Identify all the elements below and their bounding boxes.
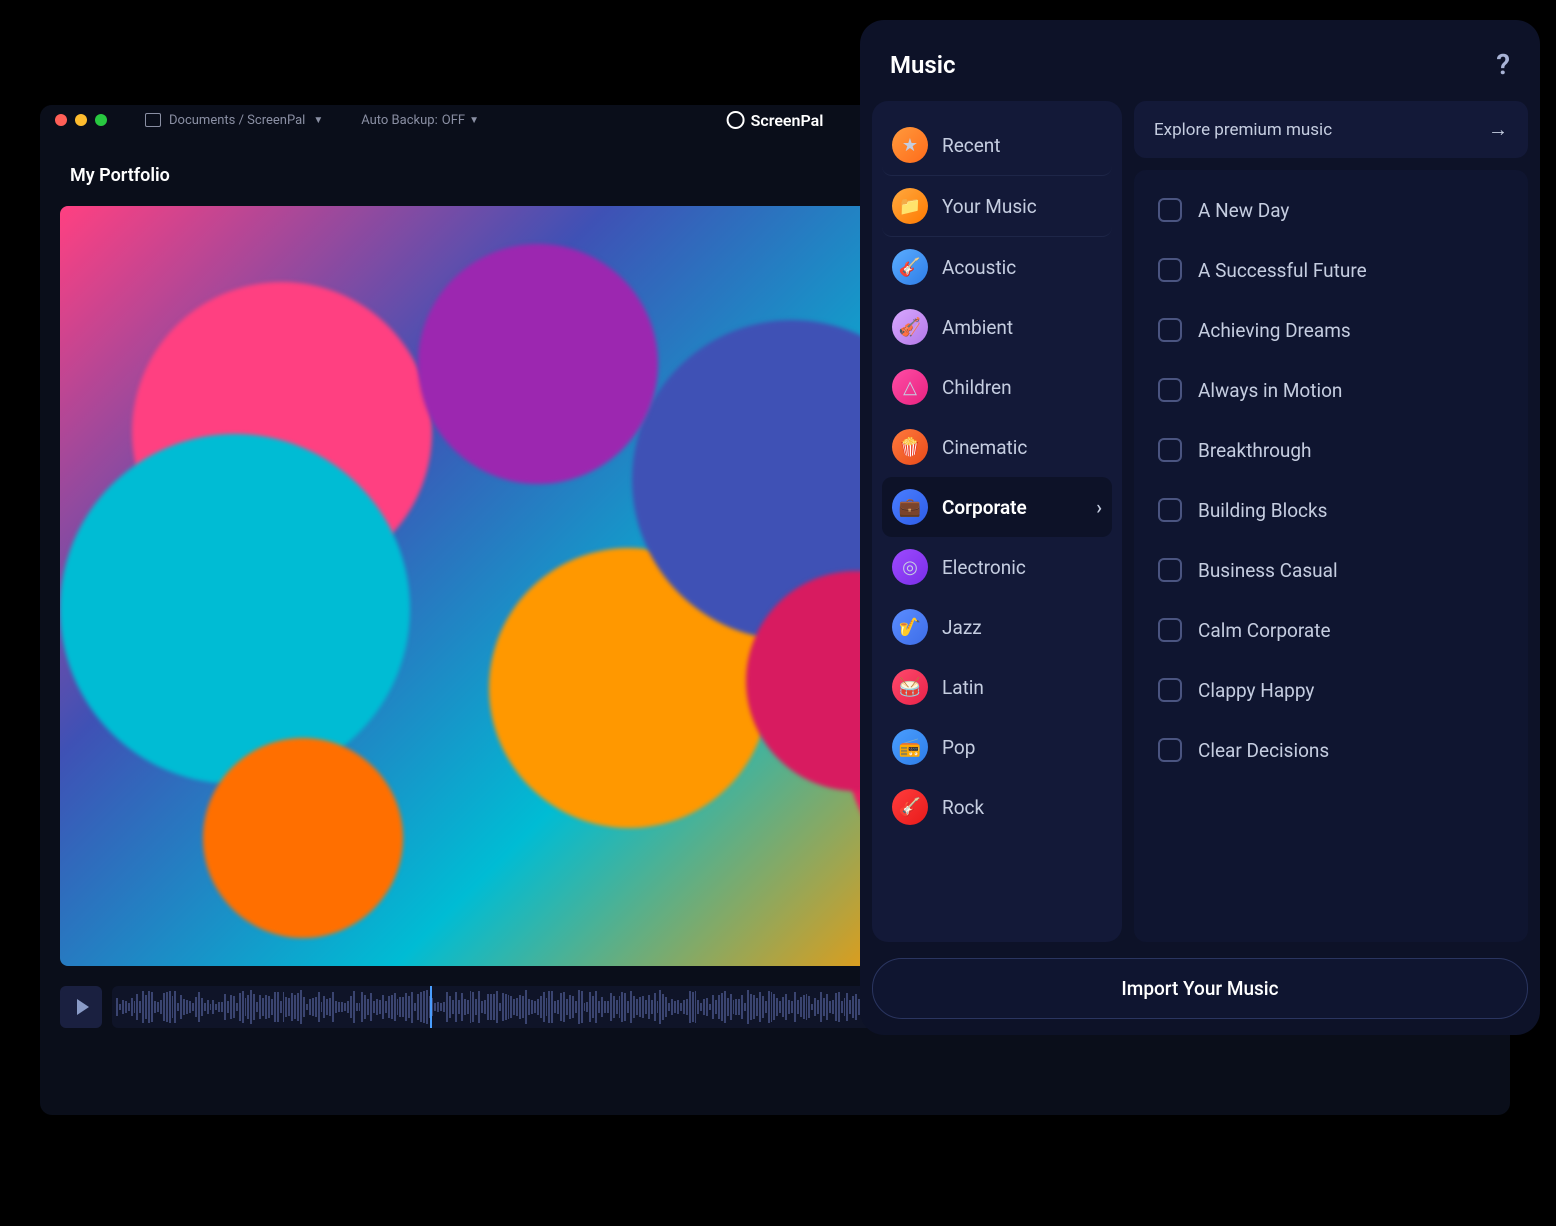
track-checkbox[interactable] xyxy=(1158,738,1182,762)
panel-header: Music ? xyxy=(860,20,1540,101)
brand-logo: ScreenPal xyxy=(727,111,824,130)
track-name: Breakthrough xyxy=(1198,439,1312,462)
ambient-icon: 🎻 xyxy=(892,309,928,345)
track-name: A Successful Future xyxy=(1198,259,1367,282)
track-name: Calm Corporate xyxy=(1198,619,1331,642)
arrow-right-icon: → xyxy=(1488,117,1508,142)
track-checkbox[interactable] xyxy=(1158,378,1182,402)
corporate-icon: 💼 xyxy=(892,489,928,525)
category-label: Recent xyxy=(942,134,1001,157)
track-item[interactable]: Always in Motion xyxy=(1134,360,1528,420)
pop-icon: 📻 xyxy=(892,729,928,765)
breadcrumb-path: Documents / ScreenPal xyxy=(169,113,305,128)
auto-backup-value: OFF xyxy=(442,113,465,128)
category-label: Electronic xyxy=(942,556,1026,579)
panel-body: ★ Recent 📁 Your Music 🎸 Acoustic 🎻 Ambient △ Chil… xyxy=(860,101,1540,942)
cinematic-icon: 🍿 xyxy=(892,429,928,465)
auto-backup-label: Auto Backup: xyxy=(361,113,438,128)
category-children[interactable]: △ Children xyxy=(882,357,1112,417)
track-item[interactable]: Building Blocks xyxy=(1134,480,1528,540)
track-checkbox[interactable] xyxy=(1158,618,1182,642)
track-name: Achieving Dreams xyxy=(1198,319,1351,342)
category-label: Corporate xyxy=(942,496,1027,519)
rock-icon: 🎸 xyxy=(892,789,928,825)
chevron-right-icon: › xyxy=(1096,496,1102,519)
track-checkbox[interactable] xyxy=(1158,258,1182,282)
children-icon: △ xyxy=(892,369,928,405)
track-item[interactable]: A New Day xyxy=(1134,180,1528,240)
category-label: Acoustic xyxy=(942,256,1016,279)
recent-icon: ★ xyxy=(892,127,928,163)
category-label: Children xyxy=(942,376,1012,399)
track-name: Clear Decisions xyxy=(1198,739,1329,762)
auto-backup-control[interactable]: Auto Backup: OFF ▼ xyxy=(361,113,479,128)
electronic-icon: ◎ xyxy=(892,549,928,585)
category-corporate[interactable]: 💼 Corporate › xyxy=(882,477,1112,537)
premium-label: Explore premium music xyxy=(1154,120,1332,140)
category-pop[interactable]: 📻 Pop xyxy=(882,717,1112,777)
track-item[interactable]: Clappy Happy xyxy=(1134,660,1528,720)
category-label: Latin xyxy=(942,676,984,699)
track-item[interactable]: Achieving Dreams xyxy=(1134,300,1528,360)
folder-icon xyxy=(145,113,161,127)
latin-icon: 🥁 xyxy=(892,669,928,705)
window-controls xyxy=(55,114,107,126)
import-music-button[interactable]: Import Your Music xyxy=(872,958,1528,1019)
help-button[interactable]: ? xyxy=(1496,48,1510,81)
track-item[interactable]: Breakthrough xyxy=(1134,420,1528,480)
track-checkbox[interactable] xyxy=(1158,198,1182,222)
category-acoustic[interactable]: 🎸 Acoustic xyxy=(882,237,1112,297)
track-item[interactable]: Clear Decisions xyxy=(1134,720,1528,780)
category-list: ★ Recent 📁 Your Music 🎸 Acoustic 🎻 Ambient △ Chil… xyxy=(872,101,1122,942)
track-name: Clappy Happy xyxy=(1198,679,1314,702)
tracks-area: Explore premium music → A New Day A Succe… xyxy=(1134,101,1528,942)
category-electronic[interactable]: ◎ Electronic xyxy=(882,537,1112,597)
brand-icon xyxy=(727,111,745,129)
track-name: Business Casual xyxy=(1198,559,1338,582)
premium-music-button[interactable]: Explore premium music → xyxy=(1134,101,1528,158)
track-name: Building Blocks xyxy=(1198,499,1327,522)
track-name: Always in Motion xyxy=(1198,379,1342,402)
category-latin[interactable]: 🥁 Latin xyxy=(882,657,1112,717)
category-rock[interactable]: 🎸 Rock xyxy=(882,777,1112,837)
category-label: Your Music xyxy=(942,195,1037,218)
track-checkbox[interactable] xyxy=(1158,678,1182,702)
track-item[interactable]: A Successful Future xyxy=(1134,240,1528,300)
panel-title: Music xyxy=(890,51,955,79)
play-button[interactable] xyxy=(60,986,102,1028)
category-recent[interactable]: ★ Recent xyxy=(882,115,1112,176)
play-icon xyxy=(77,999,89,1015)
category-label: Cinematic xyxy=(942,436,1027,459)
chevron-down-icon: ▼ xyxy=(313,115,323,126)
jazz-icon: 🎷 xyxy=(892,609,928,645)
category-yourmusic[interactable]: 📁 Your Music xyxy=(882,176,1112,237)
track-list[interactable]: A New Day A Successful Future Achieving Dr… xyxy=(1134,170,1528,942)
brand-name: ScreenPal xyxy=(751,111,824,130)
category-ambient[interactable]: 🎻 Ambient xyxy=(882,297,1112,357)
chevron-down-icon: ▼ xyxy=(469,115,479,126)
category-label: Pop xyxy=(942,736,975,759)
acoustic-icon: 🎸 xyxy=(892,249,928,285)
playhead[interactable] xyxy=(430,986,432,1028)
category-label: Ambient xyxy=(942,316,1013,339)
breadcrumb[interactable]: Documents / ScreenPal ▼ xyxy=(145,113,323,128)
maximize-button[interactable] xyxy=(95,114,107,126)
track-item[interactable]: Calm Corporate xyxy=(1134,600,1528,660)
track-item[interactable]: Business Casual xyxy=(1134,540,1528,600)
category-cinematic[interactable]: 🍿 Cinematic xyxy=(882,417,1112,477)
track-checkbox[interactable] xyxy=(1158,558,1182,582)
yourmusic-icon: 📁 xyxy=(892,188,928,224)
track-checkbox[interactable] xyxy=(1158,498,1182,522)
music-panel: Music ? ★ Recent 📁 Your Music 🎸 Acoustic 🎻 Ambi… xyxy=(860,20,1540,1035)
track-checkbox[interactable] xyxy=(1158,438,1182,462)
category-jazz[interactable]: 🎷 Jazz xyxy=(882,597,1112,657)
minimize-button[interactable] xyxy=(75,114,87,126)
category-label: Jazz xyxy=(942,616,982,639)
category-label: Rock xyxy=(942,796,984,819)
close-button[interactable] xyxy=(55,114,67,126)
track-name: A New Day xyxy=(1198,199,1289,222)
track-checkbox[interactable] xyxy=(1158,318,1182,342)
